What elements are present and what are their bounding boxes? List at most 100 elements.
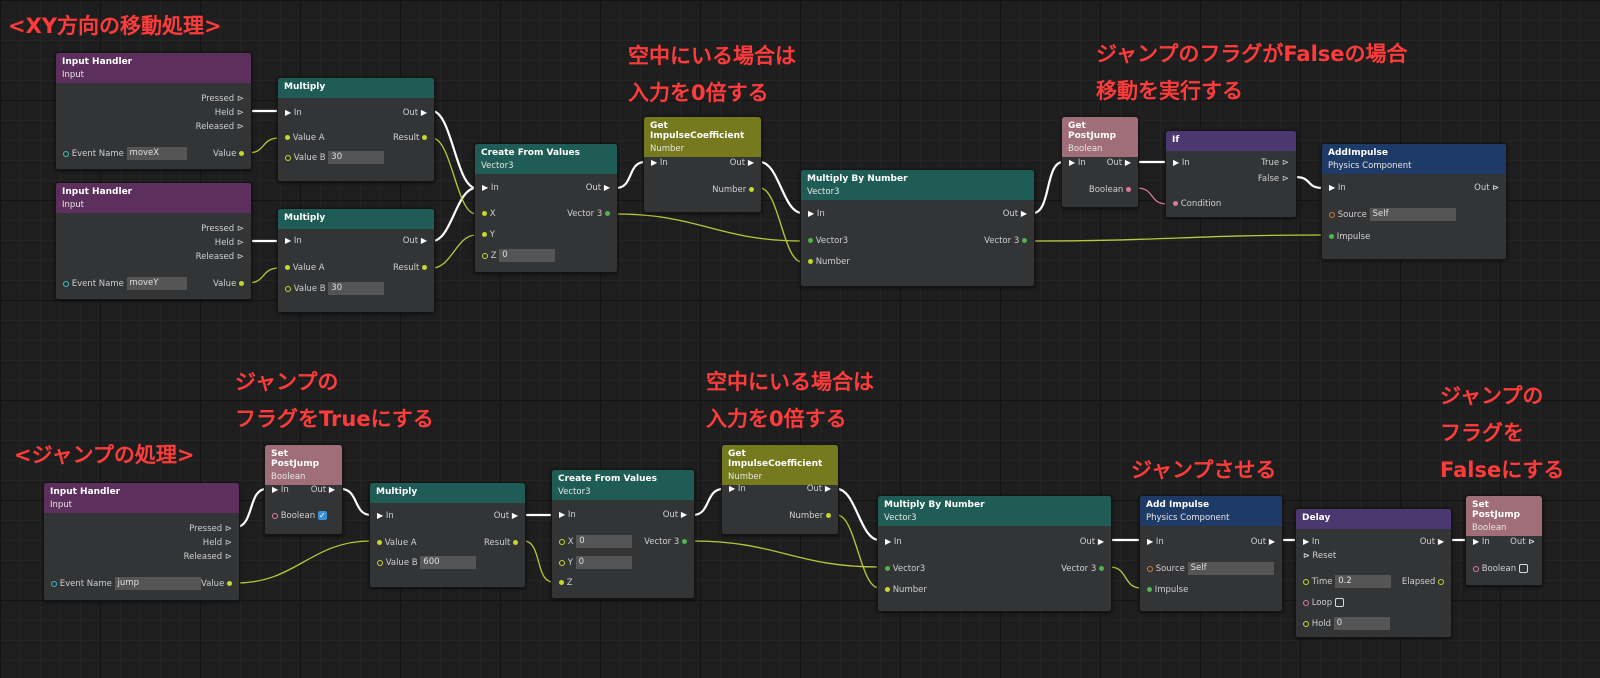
boolean-out-pin[interactable]: Boolean [1089, 183, 1131, 197]
exec-out-pin[interactable]: Out ▶ [311, 483, 335, 497]
value-a-pin[interactable]: Value A [285, 131, 325, 145]
condition-pin[interactable]: Condition [1173, 197, 1221, 211]
multiply-node-x[interactable]: Multiply ▶ In Out ▶ Value A Result Value… [277, 77, 435, 182]
released-pin[interactable]: Released ⊳ [196, 120, 244, 134]
exec-out-pin[interactable]: Out ▶ [1003, 207, 1027, 221]
vector3-out-pin[interactable]: Vector 3 [1061, 562, 1104, 576]
add-impulse-node-bottom[interactable]: Add Impulse Physics Component ▶ In Out ▶ … [1139, 495, 1283, 612]
x-input[interactable]: 0 [576, 535, 633, 548]
number-out-pin[interactable]: Number [712, 183, 754, 197]
delay-node[interactable]: Delay ▶ In Out ▶ ⊳ Reset Time 0.2 Elapse… [1295, 508, 1452, 638]
exec-out-pin[interactable]: Out ⊳ [1474, 181, 1499, 195]
exec-in-pin[interactable]: ▶ In [1069, 156, 1086, 170]
exec-in-pin[interactable]: ▶ In [272, 483, 289, 497]
set-postjump-node-true[interactable]: Set PostJump Boolean ▶ In Out ▶ Boolean ✓ [264, 444, 343, 535]
exec-out-pin[interactable]: Out ▶ [663, 508, 687, 522]
exec-in-pin[interactable]: ▶ In [1303, 535, 1320, 549]
exec-in-pin[interactable]: ▶ In [651, 156, 668, 170]
add-impulse-node-top[interactable]: AddImpulse Physics Component ▶ In Out ⊳ S… [1321, 143, 1507, 260]
input-handler-node-jump[interactable]: Input Handler Input Pressed ⊳ Held ⊳ Rele… [43, 482, 240, 601]
source-input[interactable]: Self [1187, 562, 1274, 575]
exec-in-pin[interactable]: ▶ In [1329, 181, 1346, 195]
exec-in-pin[interactable]: ▶ In [559, 508, 576, 522]
exec-out-pin[interactable]: Out ▶ [403, 106, 427, 120]
value-a-pin[interactable]: Value A [377, 536, 417, 550]
value-a-pin[interactable]: Value A [285, 261, 325, 275]
multiply-by-number-node-top[interactable]: Multiply By Number Vector3 ▶ In Out ▶ Vec… [800, 169, 1035, 287]
exec-in-pin[interactable]: ▶ In [1147, 535, 1164, 549]
y-input[interactable]: 0 [575, 556, 632, 569]
hold-input[interactable]: 0 [1333, 617, 1390, 630]
event-name-input[interactable]: jump [114, 577, 201, 590]
number-in-pin[interactable]: Number [885, 583, 927, 597]
event-name-input[interactable]: moveY [126, 277, 187, 290]
value-pin[interactable]: Value [213, 147, 244, 161]
if-node[interactable]: If ▶ In True ⊳ False ⊳ Condition [1165, 130, 1297, 218]
vector3-in-pin[interactable]: Vector3 [808, 234, 848, 248]
get-impulse-coefficient-node-top[interactable]: Get ImpulseCoefficient Number ▶ In Out ▶ … [643, 116, 762, 213]
loop-checkbox[interactable] [1334, 598, 1344, 607]
y-pin[interactable]: Y [482, 228, 495, 242]
z-input[interactable]: 0 [499, 249, 556, 262]
exec-out-pin[interactable]: Out ▶ [1251, 535, 1275, 549]
get-impulse-coefficient-node-bottom[interactable]: Get ImpulseCoefficient Number ▶ In Out ▶ … [721, 444, 839, 535]
value-pin[interactable]: Value [201, 577, 232, 591]
event-name-pin[interactable] [63, 280, 69, 287]
z-pin[interactable]: Z [559, 576, 573, 590]
held-pin[interactable]: Held ⊳ [203, 536, 232, 550]
result-pin[interactable]: Result [393, 131, 427, 145]
exec-in-pin[interactable]: ▶ In [808, 207, 825, 221]
create-from-values-node-top[interactable]: Create From Values Vector3 ▶ In Out ▶ X V… [474, 143, 618, 273]
vector3-out-pin[interactable]: Vector 3 [567, 207, 610, 221]
exec-in-pin[interactable]: ▶ In [885, 535, 902, 549]
pressed-pin[interactable]: Pressed ⊳ [201, 92, 244, 106]
multiply-node-y[interactable]: Multiply ▶ In Out ▶ Value A Result Value… [277, 208, 435, 313]
get-postjump-node[interactable]: Get PostJump Boolean ▶ In Out ▶ Boolean [1061, 116, 1139, 208]
time-input[interactable]: 0.2 [1335, 575, 1392, 588]
boolean-checkbox[interactable]: ✓ [317, 511, 327, 520]
exec-in-pin[interactable]: ▶ In [377, 509, 394, 523]
input-handler-node-movey[interactable]: Input Handler Input Pressed ⊳ Held ⊳ Rele… [55, 182, 252, 300]
released-pin[interactable]: Released ⊳ [196, 250, 244, 264]
number-out-pin[interactable]: Number [789, 509, 831, 523]
vector3-out-pin[interactable]: Vector 3 [644, 535, 687, 549]
held-pin[interactable]: Held ⊳ [215, 236, 244, 250]
exec-in-pin[interactable]: ▶ In [482, 181, 499, 195]
value-b-input[interactable]: 30 [328, 151, 385, 164]
event-name-pin[interactable] [63, 150, 69, 157]
false-pin[interactable]: False ⊳ [1258, 172, 1289, 186]
held-pin[interactable]: Held ⊳ [215, 106, 244, 120]
set-postjump-node-false[interactable]: Set PostJump Boolean ▶ In Out ⊳ Boolean [1465, 495, 1543, 586]
value-b-input[interactable]: 30 [328, 282, 385, 295]
multiply-by-number-node-bottom[interactable]: Multiply By Number Vector3 ▶ In Out ▶ Vec… [877, 495, 1112, 612]
true-pin[interactable]: True ⊳ [1261, 156, 1289, 170]
exec-in-pin[interactable]: ▶ In [729, 482, 746, 496]
vector3-out-pin[interactable]: Vector 3 [984, 234, 1027, 248]
reset-pin[interactable]: ⊳ Reset [1303, 549, 1336, 563]
impulse-pin[interactable]: Impulse [1329, 230, 1370, 244]
exec-out-pin[interactable]: Out ▶ [807, 482, 831, 496]
multiply-node-jump[interactable]: Multiply ▶ In Out ▶ Value A Result Value… [369, 482, 526, 588]
exec-out-pin[interactable]: Out ▶ [730, 156, 754, 170]
exec-out-pin[interactable]: Out ▶ [494, 509, 518, 523]
exec-out-pin[interactable]: Out ▶ [1080, 535, 1104, 549]
pressed-pin[interactable]: Pressed ⊳ [201, 222, 244, 236]
exec-out-pin[interactable]: Out ▶ [1107, 156, 1131, 170]
elapsed-pin[interactable]: Elapsed [1402, 575, 1444, 589]
exec-out-pin[interactable]: Out ▶ [586, 181, 610, 195]
vector3-in-pin[interactable]: Vector3 [885, 562, 925, 576]
x-pin[interactable]: X [482, 207, 496, 221]
exec-in-pin[interactable]: ▶ In [1473, 535, 1490, 549]
result-pin[interactable]: Result [393, 261, 427, 275]
impulse-pin[interactable]: Impulse [1147, 583, 1188, 597]
value-b-input[interactable]: 600 [420, 556, 477, 569]
create-from-values-node-bottom[interactable]: Create From Values Vector3 ▶ In Out ▶ X 0… [551, 469, 695, 599]
input-handler-node-movex[interactable]: Input Handler Input Pressed ⊳ Held ⊳ Rele… [55, 52, 252, 170]
number-in-pin[interactable]: Number [808, 255, 850, 269]
source-input[interactable]: Self [1369, 208, 1456, 221]
value-pin[interactable]: Value [213, 277, 244, 291]
boolean-checkbox[interactable] [1518, 564, 1528, 573]
result-pin[interactable]: Result [484, 536, 518, 550]
exec-in-pin[interactable]: ▶ In [1173, 156, 1190, 170]
released-pin[interactable]: Released ⊳ [184, 550, 232, 564]
